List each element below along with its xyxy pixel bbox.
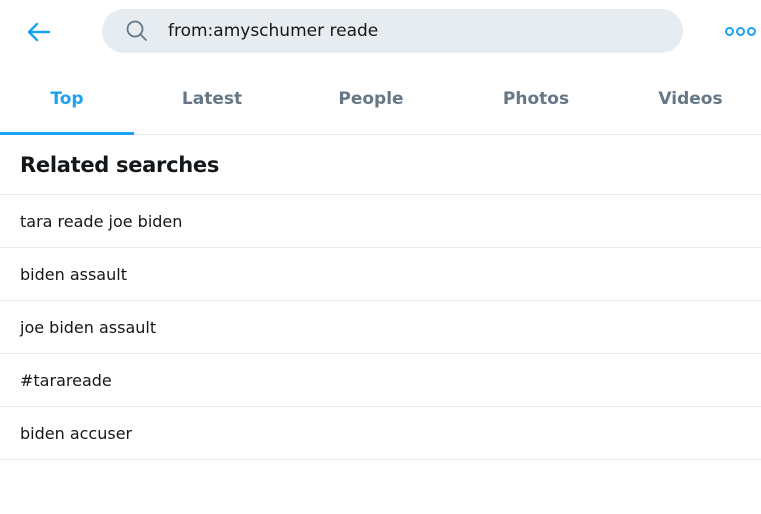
tab-top[interactable]: Top <box>0 64 134 135</box>
dot-icon <box>724 26 734 36</box>
tab-people[interactable]: People <box>290 64 452 134</box>
arrow-left-icon <box>27 22 51 42</box>
related-search-item[interactable]: biden accuser <box>0 407 761 460</box>
tab-videos[interactable]: Videos <box>620 64 761 134</box>
dot-icon <box>746 26 756 36</box>
related-search-item[interactable]: biden assault <box>0 248 761 301</box>
search-box[interactable] <box>102 9 683 53</box>
related-search-item[interactable]: #tarareade <box>0 354 761 407</box>
search-tabs: Top Latest People Photos Videos <box>0 64 761 135</box>
search-icon <box>126 20 148 42</box>
related-search-item[interactable]: joe biden assault <box>0 301 761 354</box>
tab-latest[interactable]: Latest <box>134 64 290 134</box>
search-header <box>0 0 761 64</box>
more-options-button[interactable] <box>723 20 757 42</box>
back-button[interactable] <box>22 17 56 47</box>
related-searches-title: Related searches <box>0 135 761 195</box>
search-input[interactable] <box>168 21 648 41</box>
related-searches: Related searches tara reade joe biden bi… <box>0 135 761 460</box>
tab-photos[interactable]: Photos <box>452 64 620 134</box>
dot-icon <box>735 26 745 36</box>
related-search-item[interactable]: tara reade joe biden <box>0 195 761 248</box>
